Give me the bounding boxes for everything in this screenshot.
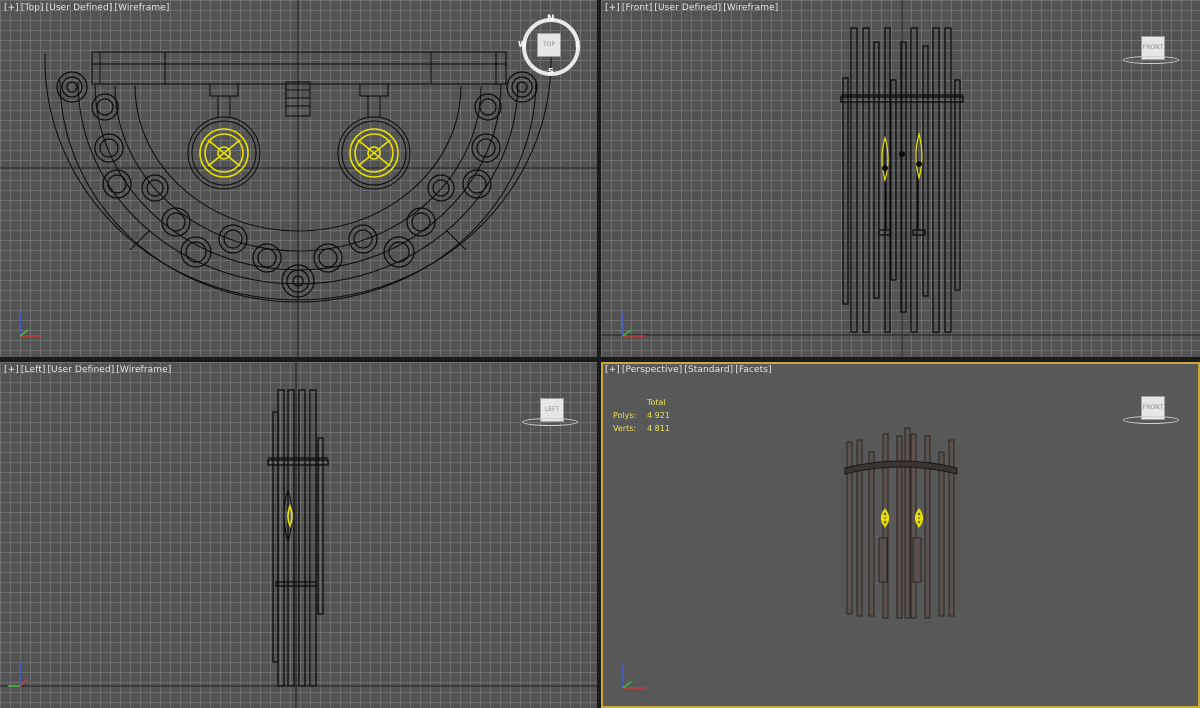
viewport-front[interactable]: [+] [Front] [User Defined] [Wireframe] F…: [601, 0, 1200, 357]
left-wireframe: [0, 362, 597, 708]
perspective-render: [622, 427, 958, 689]
viewport-menu[interactable]: [+]: [4, 3, 19, 13]
view-mode[interactable]: [Standard]: [684, 365, 733, 375]
viewcube-front[interactable]: FRONT: [1121, 34, 1181, 66]
verts-value: 4 811: [647, 424, 670, 433]
shading-mode[interactable]: [Wireframe]: [116, 365, 171, 375]
statistics-overlay: Total Polys: 4 921 Verts: 4 811: [613, 396, 670, 435]
view-type[interactable]: [Top]: [21, 3, 44, 13]
viewcube-left[interactable]: LEFT: [520, 396, 580, 428]
compass-w[interactable]: W: [518, 40, 527, 49]
viewcube-top[interactable]: TOP N S E W: [518, 14, 580, 76]
view-type[interactable]: [Left]: [21, 365, 46, 375]
polys-label: Polys:: [613, 411, 637, 420]
view-mode[interactable]: [User Defined]: [654, 3, 721, 13]
cube-face-top[interactable]: TOP: [537, 33, 561, 57]
view-type[interactable]: [Perspective]: [622, 365, 682, 375]
shading-mode[interactable]: [Wireframe]: [114, 3, 169, 13]
viewport-top[interactable]: [+] [Top] [User Defined] [Wireframe] TOP…: [0, 0, 597, 357]
stats-header: Total: [647, 398, 666, 407]
viewport-top-label[interactable]: [+] [Top] [User Defined] [Wireframe]: [4, 3, 172, 13]
viewcube-perspective[interactable]: FRONT: [1121, 394, 1181, 426]
viewport-menu[interactable]: [+]: [605, 3, 620, 13]
compass-ring[interactable]: [1123, 56, 1179, 64]
viewport-perspective[interactable]: [+] [Perspective] [Standard] [Facets] Total…: [601, 362, 1200, 708]
view-type[interactable]: [Front]: [622, 3, 653, 13]
front-wireframe: [601, 0, 1200, 357]
verts-label: Verts:: [613, 424, 637, 433]
compass-e[interactable]: E: [575, 40, 580, 49]
viewport-left[interactable]: [+] [Left] [User Defined] [Wireframe] LEFT: [0, 362, 597, 708]
view-mode[interactable]: [User Defined]: [47, 365, 114, 375]
compass-ring[interactable]: [522, 418, 578, 426]
compass-s[interactable]: S: [548, 67, 554, 76]
compass-ring[interactable]: [1123, 416, 1179, 424]
viewport-left-label[interactable]: [+] [Left] [User Defined] [Wireframe]: [4, 365, 173, 375]
viewport-menu[interactable]: [+]: [4, 365, 19, 375]
shading-mode[interactable]: [Wireframe]: [723, 3, 778, 13]
shading-mode[interactable]: [Facets]: [735, 365, 771, 375]
polys-value: 4 921: [647, 411, 670, 420]
viewport-menu[interactable]: [+]: [605, 365, 620, 375]
top-wireframe: [0, 0, 597, 357]
compass-n[interactable]: N: [547, 14, 555, 24]
viewport-perspective-label[interactable]: [+] [Perspective] [Standard] [Facets]: [605, 365, 774, 375]
view-mode[interactable]: [User Defined]: [46, 3, 113, 13]
viewport-front-label[interactable]: [+] [Front] [User Defined] [Wireframe]: [605, 3, 780, 13]
